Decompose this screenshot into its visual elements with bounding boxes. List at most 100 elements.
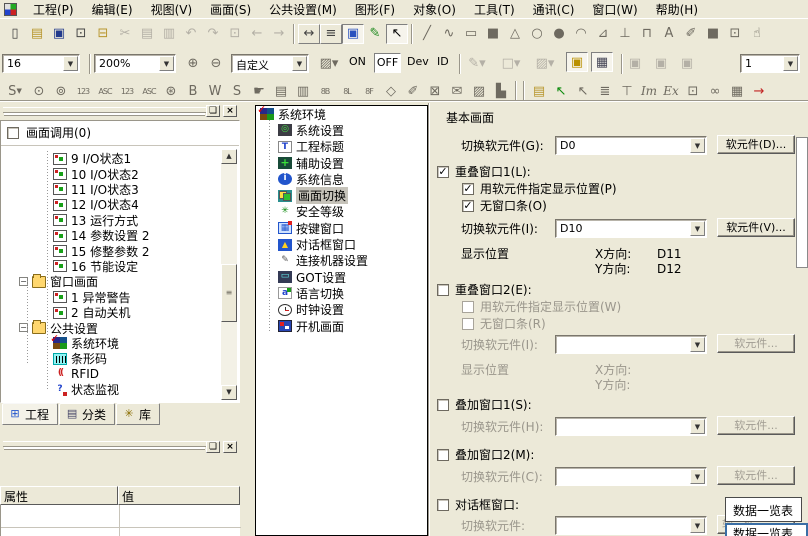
system-tree-item[interactable]: 辅助设置 xyxy=(256,155,427,171)
draw-arc-icon[interactable]: ◠ xyxy=(570,24,592,44)
chevron-down-icon[interactable]: ▼ xyxy=(63,56,78,71)
menu-item-4[interactable]: 画面(S) xyxy=(201,0,260,20)
draw-polyline-icon[interactable]: ∿ xyxy=(438,24,460,44)
clock-display-icon[interactable]: ⊛ xyxy=(160,81,182,101)
system-tree-item[interactable]: 语言切换 xyxy=(256,285,427,301)
draw-paint-icon[interactable]: ✐ xyxy=(680,24,702,44)
property-grid-body[interactable] xyxy=(0,505,240,536)
draw-circle-icon[interactable]: ○ xyxy=(526,24,548,44)
tree-item[interactable]: 系统环境 xyxy=(3,336,221,351)
superimpose-window2-checkbox[interactable] xyxy=(437,449,449,461)
overlap2-position-checkbox[interactable] xyxy=(462,301,474,313)
maximize-icon[interactable]: ❏ xyxy=(206,441,220,453)
system-tree-item[interactable]: 工程标题 xyxy=(256,139,427,155)
maximize-icon[interactable]: ❏ xyxy=(206,105,220,117)
graph-pen-icon[interactable]: ✐ xyxy=(402,81,424,101)
tree-scrollbar[interactable]: ▲ ▼ ≡ xyxy=(221,149,237,400)
workspace-tab-库[interactable]: ✳库 xyxy=(116,403,160,425)
tree-item[interactable]: 11 I/O状态3 xyxy=(3,182,221,197)
chevron-down-icon[interactable]: ▼ xyxy=(159,56,174,71)
import-icon[interactable]: Im xyxy=(638,81,660,101)
screen-number-combo[interactable]: 16▼ xyxy=(2,54,80,73)
menu-item-5[interactable]: 公共设置(M) xyxy=(260,0,346,20)
prev-screen-icon[interactable]: ← xyxy=(246,24,268,44)
device-select-icon[interactable]: ↖ xyxy=(550,81,572,101)
draw-piping-icon[interactable]: ⊓ xyxy=(636,24,658,44)
workspace-panel-header[interactable]: ❏ × xyxy=(0,103,240,118)
bring-front-icon[interactable]: ▣ xyxy=(624,53,646,73)
zoom-combo[interactable]: 200%▼ xyxy=(94,54,176,73)
chevron-down-icon[interactable]: ▼ xyxy=(690,469,705,484)
tree-item[interactable]: 状态监视 xyxy=(3,382,221,397)
figure-pen-icon[interactable]: ✎ xyxy=(364,24,386,44)
device-off-button[interactable]: OFF xyxy=(374,53,401,73)
option-grid-icon[interactable]: ▦ xyxy=(726,81,748,101)
preview-icon[interactable]: ⊡ xyxy=(682,81,704,101)
screen-call-checkbox[interactable] xyxy=(7,127,19,139)
menu-item-1[interactable]: 工程(P) xyxy=(24,0,83,20)
value-column-header[interactable]: 值 xyxy=(118,486,240,505)
draw-filled-rect-icon[interactable]: ■ xyxy=(482,24,504,44)
redo-icon[interactable]: ↷ xyxy=(202,24,224,44)
screen-image-icon[interactable]: ▣ xyxy=(342,24,364,44)
zoom-out-icon[interactable]: ⊖ xyxy=(205,53,227,73)
pattern-icon[interactable]: ▨ xyxy=(468,81,490,101)
touch-key-icon[interactable]: ☛ xyxy=(248,81,270,101)
tree-item[interactable]: RFID xyxy=(3,366,221,381)
scroll-up-icon[interactable]: ▲ xyxy=(221,149,237,164)
draw-sector-icon[interactable]: ⊿ xyxy=(592,24,614,44)
zoom-in-icon[interactable]: ⊕ xyxy=(182,53,204,73)
draw-text-icon[interactable]: A xyxy=(658,24,680,44)
layer-combo[interactable]: 1▼ xyxy=(740,54,800,73)
save-project-icon[interactable]: ▣ xyxy=(48,24,70,44)
parts-fixed-icon[interactable]: 8F xyxy=(358,81,380,101)
window-preview-toggle-icon[interactable]: ▣ xyxy=(566,52,588,72)
system-tree-item[interactable]: 时钟设置 xyxy=(256,302,427,318)
tree-item[interactable]: 13 运行方式 xyxy=(3,213,221,228)
numerical-input-icon[interactable]: 123 xyxy=(116,81,138,101)
trigger-list-icon[interactable]: ⊤ xyxy=(616,81,638,101)
dialog-switch-device-combo[interactable]: ▼ xyxy=(555,516,707,535)
numerical-display-icon[interactable]: 123 xyxy=(72,81,94,101)
chevron-down-icon[interactable]: ▼ xyxy=(292,56,307,71)
system-tree-item[interactable]: GOT设置 xyxy=(256,269,427,285)
chevron-down-icon[interactable]: ▼ xyxy=(690,221,705,236)
overlap1-device-button[interactable]: 软元件(V)... xyxy=(717,218,795,237)
tree-item[interactable]: 1 异常警告 xyxy=(3,290,221,305)
superimpose-window1-checkbox[interactable] xyxy=(437,399,449,411)
data-check-icon[interactable]: ≣ xyxy=(594,81,616,101)
overlap2-nobar-checkbox[interactable] xyxy=(462,318,474,330)
chevron-down-icon[interactable]: ▼ xyxy=(690,518,705,533)
menu-item-6[interactable]: 图形(F) xyxy=(346,0,404,20)
alarm-list-icon[interactable]: ▥ xyxy=(292,81,314,101)
device-cursor-icon[interactable]: ↖ xyxy=(572,81,594,101)
parts-display-icon[interactable]: 8B xyxy=(314,81,336,101)
next-screen-icon[interactable]: → xyxy=(268,24,290,44)
open-project-icon[interactable]: ▤ xyxy=(26,24,48,44)
new-window-icon[interactable]: ⊡ xyxy=(70,24,92,44)
system-tree-item[interactable]: 画面切换 xyxy=(256,187,427,203)
send-mail-icon[interactable]: ✉ xyxy=(446,81,468,101)
open-window-icon[interactable]: ⊟ xyxy=(92,24,114,44)
layer-icon[interactable]: ▣ xyxy=(676,53,698,73)
system-tree-item[interactable]: 对话框窗口 xyxy=(256,236,427,252)
ascii-display-icon[interactable]: ASC xyxy=(94,81,116,101)
screen-property-icon[interactable]: ≡ xyxy=(320,24,342,44)
overlap1-nobar-checkbox[interactable] xyxy=(462,200,474,212)
export-icon[interactable]: Ex xyxy=(660,81,682,101)
menu-item-3[interactable]: 视图(V) xyxy=(142,0,202,20)
draw-scale-icon[interactable]: ⊥ xyxy=(614,24,636,44)
panel-meter-icon[interactable]: ◇ xyxy=(380,81,402,101)
copy-icon[interactable]: ▤ xyxy=(136,24,158,44)
system-tree-item[interactable]: 连接机器设置 xyxy=(256,253,427,269)
scrollbar-thumb[interactable]: ≡ xyxy=(221,264,237,322)
superimpose1-device-button[interactable]: 软元件... xyxy=(717,416,795,435)
paste-icon[interactable]: ▥ xyxy=(158,24,180,44)
lamp-icon[interactable]: ⊙ xyxy=(28,81,50,101)
tree-item[interactable]: 12 I/O状态4 xyxy=(3,197,221,212)
next-tool-icon[interactable]: → xyxy=(748,81,770,101)
system-tree-item[interactable]: 安全等级 xyxy=(256,204,427,220)
tree-item[interactable]: −窗口画面 xyxy=(3,274,221,289)
overlap1-switch-device-combo[interactable]: D10▼ xyxy=(555,219,707,238)
grid-mode-combo[interactable]: 自定义▼ xyxy=(231,54,309,73)
